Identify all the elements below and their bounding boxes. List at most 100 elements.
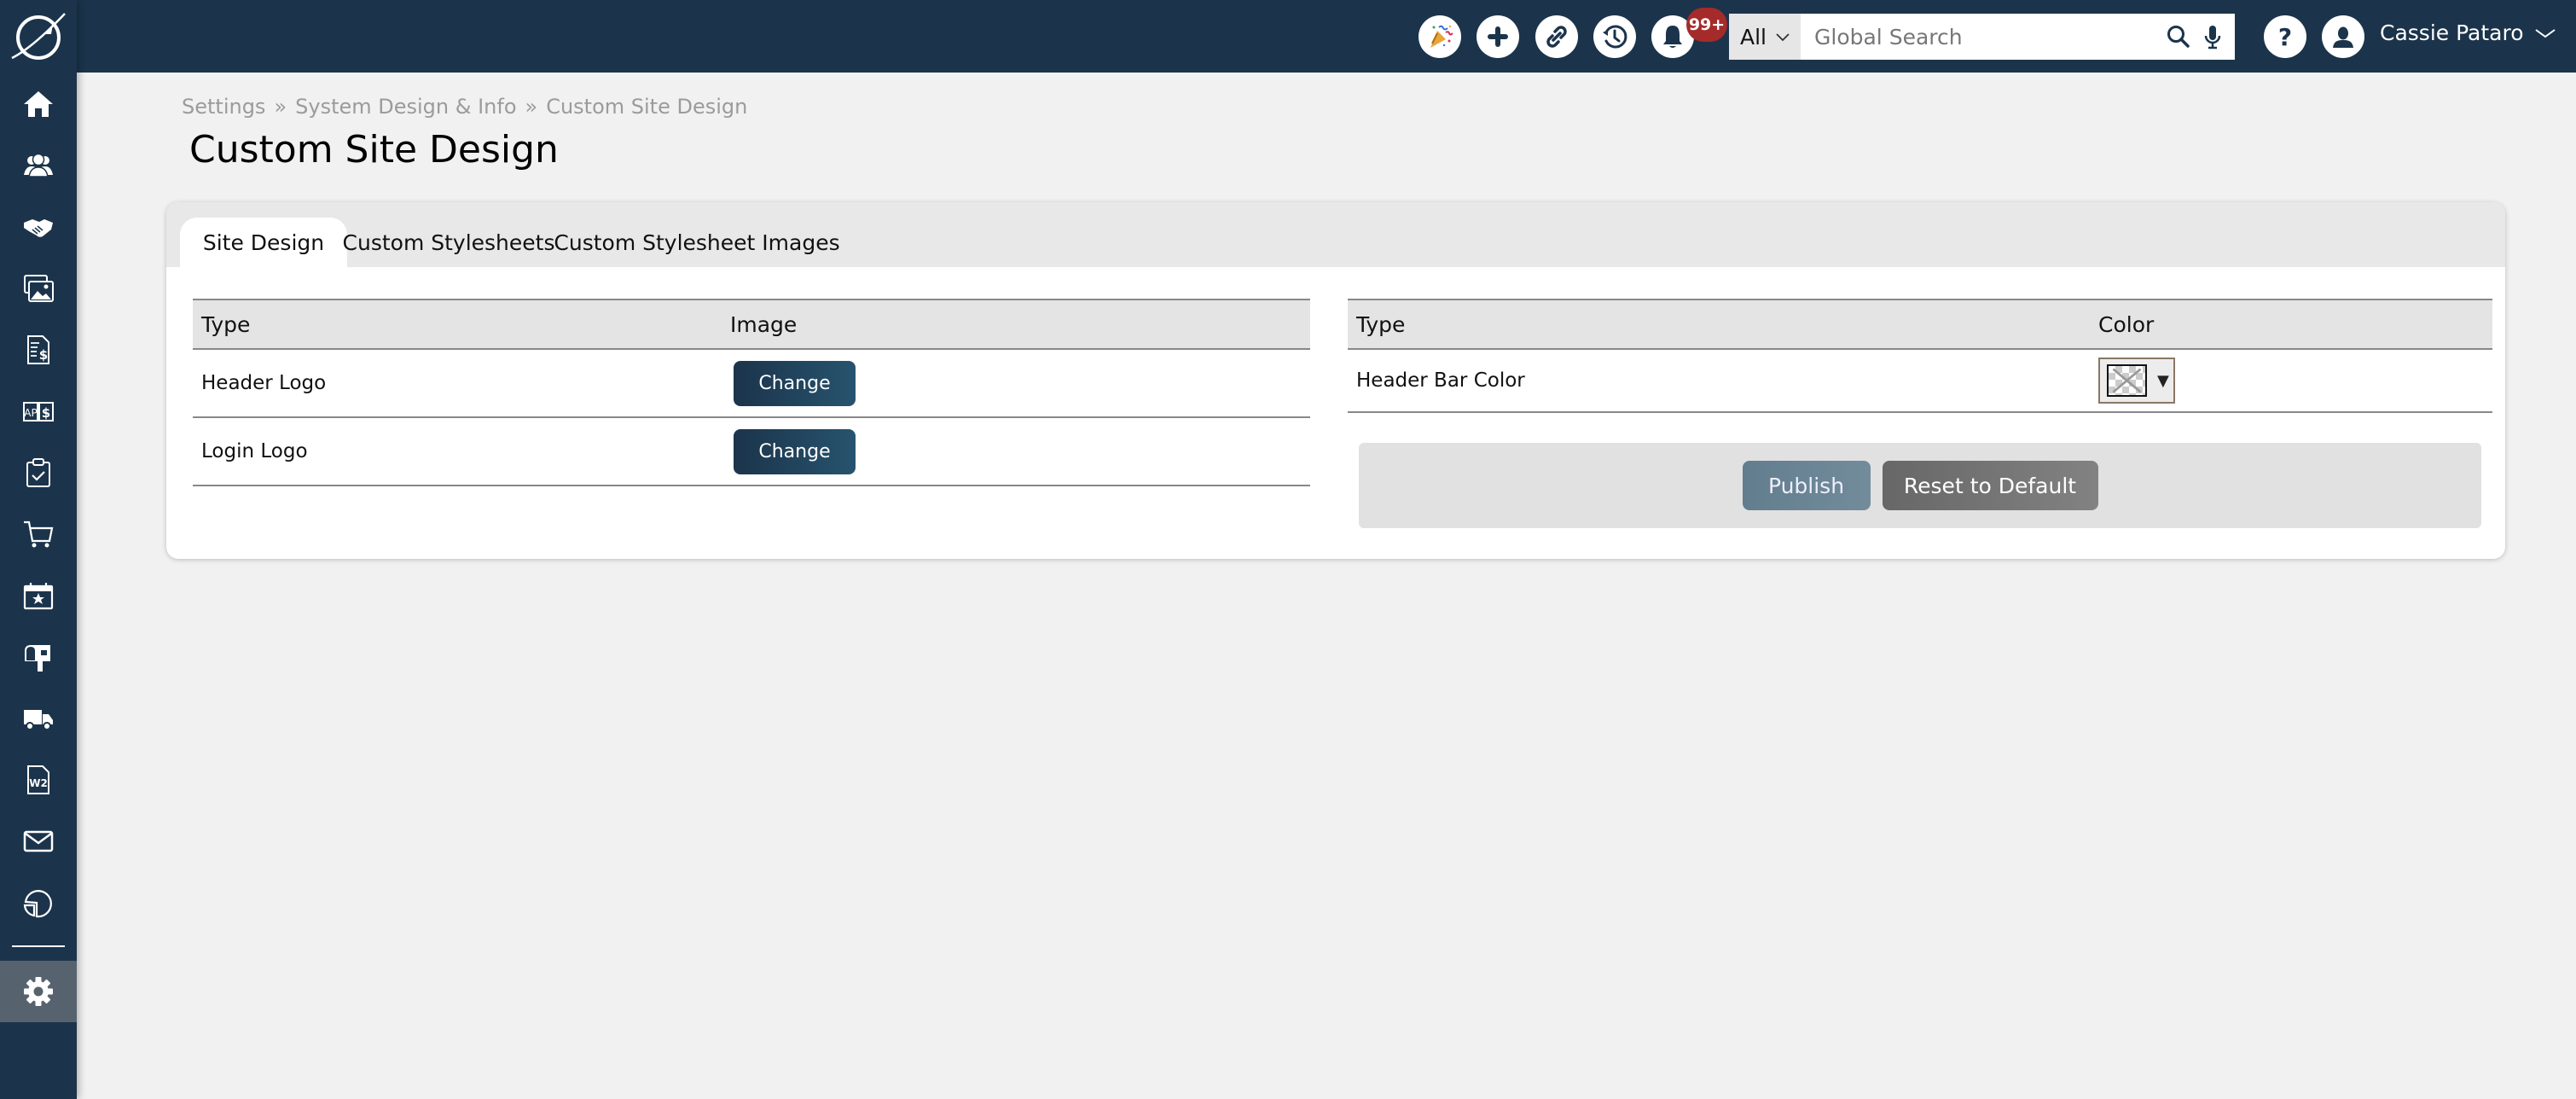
breadcrumb-system-design[interactable]: System Design & Info: [295, 95, 516, 119]
tab-label: Custom Stylesheets: [342, 230, 555, 255]
column-header-type: Type: [1348, 299, 2090, 350]
table-row: Login Logo Change: [193, 417, 1310, 486]
sidebar-item-store[interactable]: [0, 509, 77, 560]
celebration-button[interactable]: [1419, 15, 1461, 58]
sidebar-item-w2[interactable]: W2: [0, 754, 77, 805]
gear-icon: [24, 977, 53, 1006]
envelope-icon: [23, 830, 54, 852]
calendar-star-icon: [23, 583, 54, 610]
pie-chart-icon: [23, 890, 52, 918]
svg-text:AP: AP: [24, 407, 37, 419]
sidebar-item-events[interactable]: [0, 570, 77, 621]
tab-site-design[interactable]: Site Design: [180, 218, 347, 267]
global-search: All: [1729, 14, 2235, 60]
user-avatar-icon: [2333, 26, 2353, 48]
tab-custom-stylesheet-images[interactable]: Custom Stylesheet Images: [554, 218, 839, 267]
svg-text:$: $: [42, 405, 50, 421]
sidebar-item-accounts-payable[interactable]: AP $: [0, 386, 77, 437]
bell-icon: [1663, 26, 1682, 48]
image-settings-table: Type Image Header Logo Change Login Logo…: [193, 299, 1310, 486]
dropdown-caret-icon: ▼: [2157, 371, 2169, 390]
invoice-icon: $: [27, 335, 49, 364]
sidebar-item-contacts[interactable]: [0, 140, 77, 191]
tab-label: Custom Stylesheet Images: [554, 230, 840, 255]
sidebar-item-settings[interactable]: [0, 961, 77, 1022]
sidebar-nav: $ AP $ W2: [0, 0, 77, 1099]
search-scope-select[interactable]: All: [1729, 14, 1801, 60]
row-type: Header Bar Color: [1348, 349, 2090, 413]
publish-button[interactable]: Publish: [1742, 461, 1871, 510]
color-settings-table: Type Color Header Bar Color ▼: [1348, 299, 2492, 413]
add-button[interactable]: [1477, 15, 1519, 58]
header-bar-color-picker[interactable]: ▼: [2098, 358, 2175, 404]
microphone-icon: [2204, 26, 2221, 49]
link-icon: [1546, 26, 1567, 48]
column-header-image: Image: [722, 299, 1310, 350]
page-title: Custom Site Design: [189, 128, 559, 172]
site-design-panel: Site Design Custom Stylesheets Custom St…: [166, 202, 2505, 559]
user-avatar[interactable]: [2322, 15, 2364, 58]
recent-history-button[interactable]: [1593, 15, 1636, 58]
change-login-logo-button[interactable]: Change: [734, 428, 856, 474]
history-icon: [1603, 25, 1627, 49]
clipboard-check-icon: [26, 458, 50, 487]
truck-icon: [24, 710, 53, 730]
plus-icon: [1488, 26, 1508, 47]
chevron-down-icon: [1776, 33, 1790, 42]
tab-bar: Site Design Custom Stylesheets Custom St…: [166, 202, 2505, 267]
global-search-input[interactable]: [1801, 14, 2161, 60]
home-icon: [24, 91, 53, 117]
search-scope-value: All: [1740, 24, 1767, 49]
table-header-row: Type Image: [193, 299, 1310, 350]
sidebar-item-messages[interactable]: [0, 816, 77, 867]
breadcrumb-separator: »: [525, 95, 538, 119]
color-swatch-none: [2107, 364, 2147, 397]
change-header-logo-button[interactable]: Change: [734, 360, 856, 406]
column-header-type: Type: [193, 299, 722, 350]
tab-custom-stylesheets[interactable]: Custom Stylesheets: [343, 218, 555, 267]
tab-label: Site Design: [202, 230, 325, 255]
sidebar-item-tasks[interactable]: [0, 447, 77, 498]
sidebar-item-media[interactable]: [0, 263, 77, 314]
table-row: Header Bar Color ▼: [1348, 349, 2492, 413]
breadcrumb-settings[interactable]: Settings: [182, 95, 265, 119]
sidebar-divider: [12, 945, 65, 947]
app-logo[interactable]: [7, 5, 70, 68]
row-action-cell: Change: [722, 417, 1310, 486]
search-icon: [2167, 26, 2190, 48]
svg-text:W2: W2: [29, 777, 48, 789]
people-icon: [24, 153, 53, 177]
voice-search-button[interactable]: [2196, 14, 2230, 60]
sidebar-item-home[interactable]: [0, 78, 77, 130]
row-action-cell: Change: [722, 349, 1310, 418]
sidebar-item-relationships[interactable]: [0, 201, 77, 253]
row-type: Login Logo: [193, 417, 722, 486]
links-button[interactable]: [1535, 15, 1578, 58]
publish-actions-bar: Publish Reset to Default: [1359, 443, 2481, 528]
user-menu[interactable]: Cassie Pataro: [2380, 20, 2556, 45]
svg-text:$: $: [39, 347, 48, 363]
no-color-icon: [2112, 368, 2142, 393]
breadcrumb-separator: »: [274, 95, 287, 119]
sidebar-item-mail[interactable]: [0, 631, 77, 683]
row-color-cell: ▼: [2090, 349, 2492, 413]
svg-text:?: ?: [2278, 23, 2292, 51]
help-question-icon: ?: [2278, 23, 2292, 51]
column-header-color: Color: [2090, 299, 2492, 350]
table-header-row: Type Color: [1348, 299, 2492, 350]
ap-icon: AP $: [23, 402, 54, 422]
sidebar-item-invoices[interactable]: $: [0, 324, 77, 375]
sidebar-item-shipping[interactable]: [0, 693, 77, 744]
user-name: Cassie Pataro: [2380, 20, 2524, 45]
cart-icon: [24, 520, 54, 548]
planet-rocket-logo-icon: [11, 13, 66, 60]
images-icon: [24, 275, 54, 302]
party-popper-icon: [1430, 25, 1453, 48]
help-button[interactable]: ?: [2264, 15, 2306, 58]
reset-to-default-button[interactable]: Reset to Default: [1882, 461, 2098, 510]
sidebar-item-reports[interactable]: [0, 877, 77, 928]
row-type: Header Logo: [193, 349, 722, 418]
search-button[interactable]: [2161, 14, 2196, 60]
breadcrumb: Settings » System Design & Info » Custom…: [182, 95, 747, 119]
breadcrumb-current: Custom Site Design: [546, 95, 748, 119]
